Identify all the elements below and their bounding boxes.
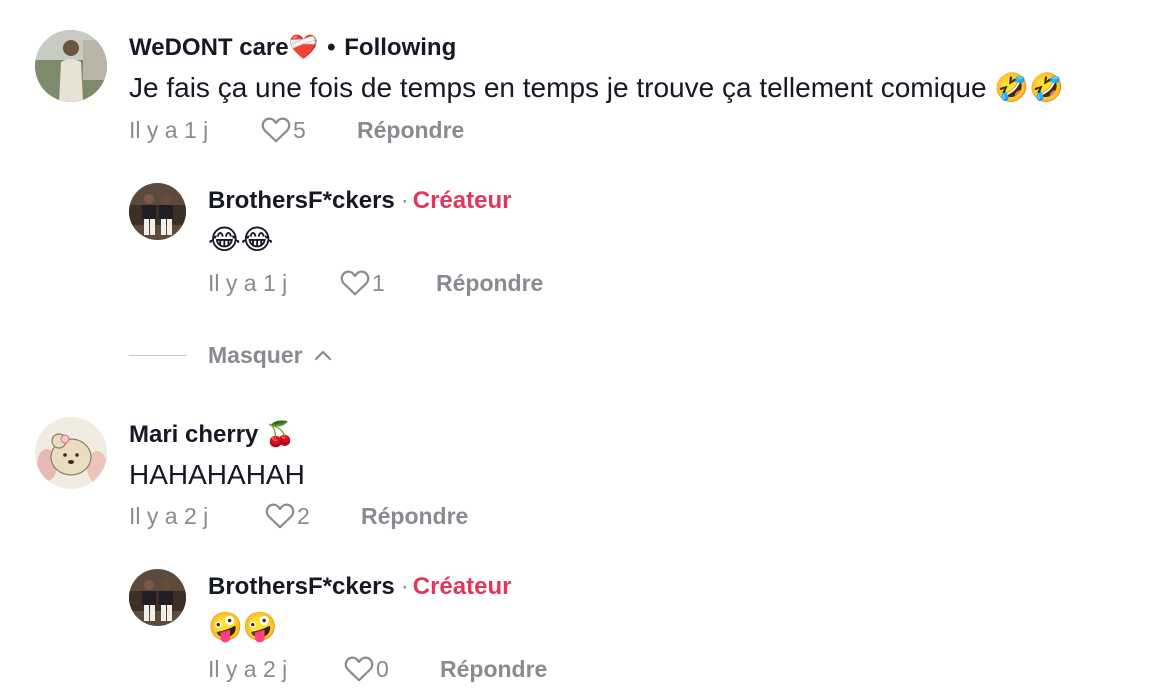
username-text[interactable]: Mari cherry 🍒: [129, 421, 295, 448]
creator-badge: Créateur: [412, 573, 512, 600]
avatar[interactable]: [35, 30, 107, 102]
comment-username[interactable]: WeDONT care❤️‍🩹 • Following: [129, 33, 456, 63]
username-text[interactable]: BrothersF*ckers: [208, 573, 395, 600]
like-button[interactable]: 0: [344, 654, 440, 684]
bear-drawing-icon: [35, 417, 107, 489]
reply-actions: Il y a 2 j 0 Répondre: [208, 654, 547, 684]
separator-dot: ·: [400, 187, 409, 214]
username-text[interactable]: BrothersF*ckers: [208, 187, 395, 214]
following-label: Following: [344, 34, 457, 61]
reply-button[interactable]: Répondre: [440, 654, 547, 684]
comment-username[interactable]: Mari cherry 🍒: [129, 420, 295, 450]
reply-button[interactable]: Répondre: [436, 268, 543, 298]
like-button[interactable]: 1: [340, 268, 436, 298]
like-count: 1: [372, 270, 385, 296]
like-count: 2: [297, 503, 310, 529]
hide-replies-button[interactable]: Masquer: [208, 342, 333, 369]
like-button[interactable]: 5: [261, 115, 357, 145]
reply-username[interactable]: BrothersF*ckers · Créateur: [208, 186, 511, 216]
comment-text: HAHAHAHAH: [129, 459, 305, 490]
separator-dot: ·: [400, 573, 409, 600]
divider-line: [129, 354, 187, 356]
heart-icon: [265, 503, 295, 529]
comment-actions: Il y a 2 j 2 Répondre: [129, 501, 468, 531]
username-text[interactable]: WeDONT care❤️‍🩹: [129, 34, 319, 61]
reply-button[interactable]: Répondre: [361, 501, 468, 531]
creator-badge: Créateur: [412, 187, 512, 214]
comment-time: Il y a 2 j: [129, 503, 209, 529]
like-count: 0: [376, 656, 389, 682]
comment-text: Je fais ça une fois de temps en temps je…: [129, 72, 1065, 103]
like-button[interactable]: 2: [265, 501, 361, 531]
comment-actions: Il y a 1 j 5 Répondre: [129, 115, 464, 145]
chevron-up-icon: [314, 350, 331, 361]
like-count: 5: [293, 117, 306, 143]
hide-replies-label: Masquer: [208, 341, 303, 368]
avatar[interactable]: [129, 569, 186, 626]
reply-text: 😂😂: [208, 224, 274, 255]
reply-time: Il y a 2 j: [208, 656, 288, 682]
reply-button[interactable]: Répondre: [357, 115, 464, 145]
reply-actions: Il y a 1 j 1 Répondre: [208, 268, 543, 298]
heart-icon: [261, 117, 291, 143]
reply-time: Il y a 1 j: [208, 270, 288, 296]
hide-replies-row: Masquer: [129, 340, 333, 370]
heart-icon: [340, 270, 370, 296]
user-photo-icon: [35, 30, 107, 102]
heart-icon: [344, 656, 374, 682]
reply-username[interactable]: BrothersF*ckers · Créateur: [208, 572, 511, 602]
group-photo-icon: [129, 183, 186, 240]
reply-text: 🤪🤪: [208, 611, 278, 642]
avatar[interactable]: [35, 417, 107, 489]
comment-time: Il y a 1 j: [129, 117, 209, 143]
separator-dot: •: [327, 34, 336, 61]
group-photo-icon: [129, 569, 186, 626]
avatar[interactable]: [129, 183, 186, 240]
